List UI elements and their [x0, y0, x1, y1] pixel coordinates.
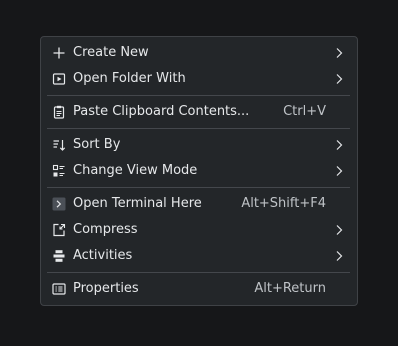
- context-menu: Create New Open Folder With Paste Clipbo…: [40, 36, 358, 306]
- menu-item-label: Open Terminal Here: [73, 196, 202, 211]
- menu-item-shortcut: Ctrl+V: [283, 104, 326, 119]
- menu-item-label: Create New: [73, 45, 149, 60]
- menu-item-shortcut: Alt+Return: [254, 281, 326, 296]
- play-window-icon: [52, 73, 66, 85]
- chevron-right-icon: [336, 225, 343, 235]
- menu-item-label: Open Folder With: [73, 71, 186, 86]
- menu-separator: [47, 128, 350, 129]
- menu-item-activities[interactable]: Activities: [41, 243, 357, 269]
- chevron-right-icon: [336, 140, 343, 150]
- menu-item-sort-by[interactable]: Sort By: [41, 132, 357, 158]
- menu-item-paste-clipboard[interactable]: Paste Clipboard Contents... Ctrl+V: [41, 99, 357, 125]
- terminal-icon: [52, 197, 66, 211]
- menu-item-label: Change View Mode: [73, 163, 198, 178]
- menu-separator: [47, 187, 350, 188]
- menu-item-compress[interactable]: Compress: [41, 217, 357, 243]
- menu-item-open-terminal[interactable]: Open Terminal Here Alt+Shift+F4: [41, 191, 357, 217]
- menu-item-label: Sort By: [73, 137, 121, 152]
- menu-item-create-new[interactable]: Create New: [41, 40, 357, 66]
- properties-icon: [52, 283, 66, 295]
- menu-separator: [47, 95, 350, 96]
- clipboard-icon: [53, 105, 65, 119]
- chevron-right-icon: [336, 48, 343, 58]
- menu-item-label: Paste Clipboard Contents...: [73, 104, 250, 119]
- chevron-right-icon: [336, 74, 343, 84]
- menu-item-properties[interactable]: Properties Alt+Return: [41, 276, 357, 302]
- chevron-right-icon: [336, 166, 343, 176]
- menu-item-label: Activities: [73, 248, 133, 263]
- chevron-right-icon: [336, 251, 343, 261]
- menu-item-label: Compress: [73, 222, 138, 237]
- plus-icon: [53, 47, 65, 59]
- menu-item-label: Properties: [73, 281, 139, 296]
- view-mode-icon: [52, 164, 65, 177]
- sort-icon: [53, 140, 66, 151]
- menu-item-shortcut: Alt+Shift+F4: [241, 196, 326, 211]
- menu-separator: [47, 272, 350, 273]
- activities-icon: [53, 250, 65, 262]
- menu-item-open-folder-with[interactable]: Open Folder With: [41, 66, 357, 92]
- menu-item-change-view-mode[interactable]: Change View Mode: [41, 158, 357, 184]
- compress-icon: [53, 223, 66, 237]
